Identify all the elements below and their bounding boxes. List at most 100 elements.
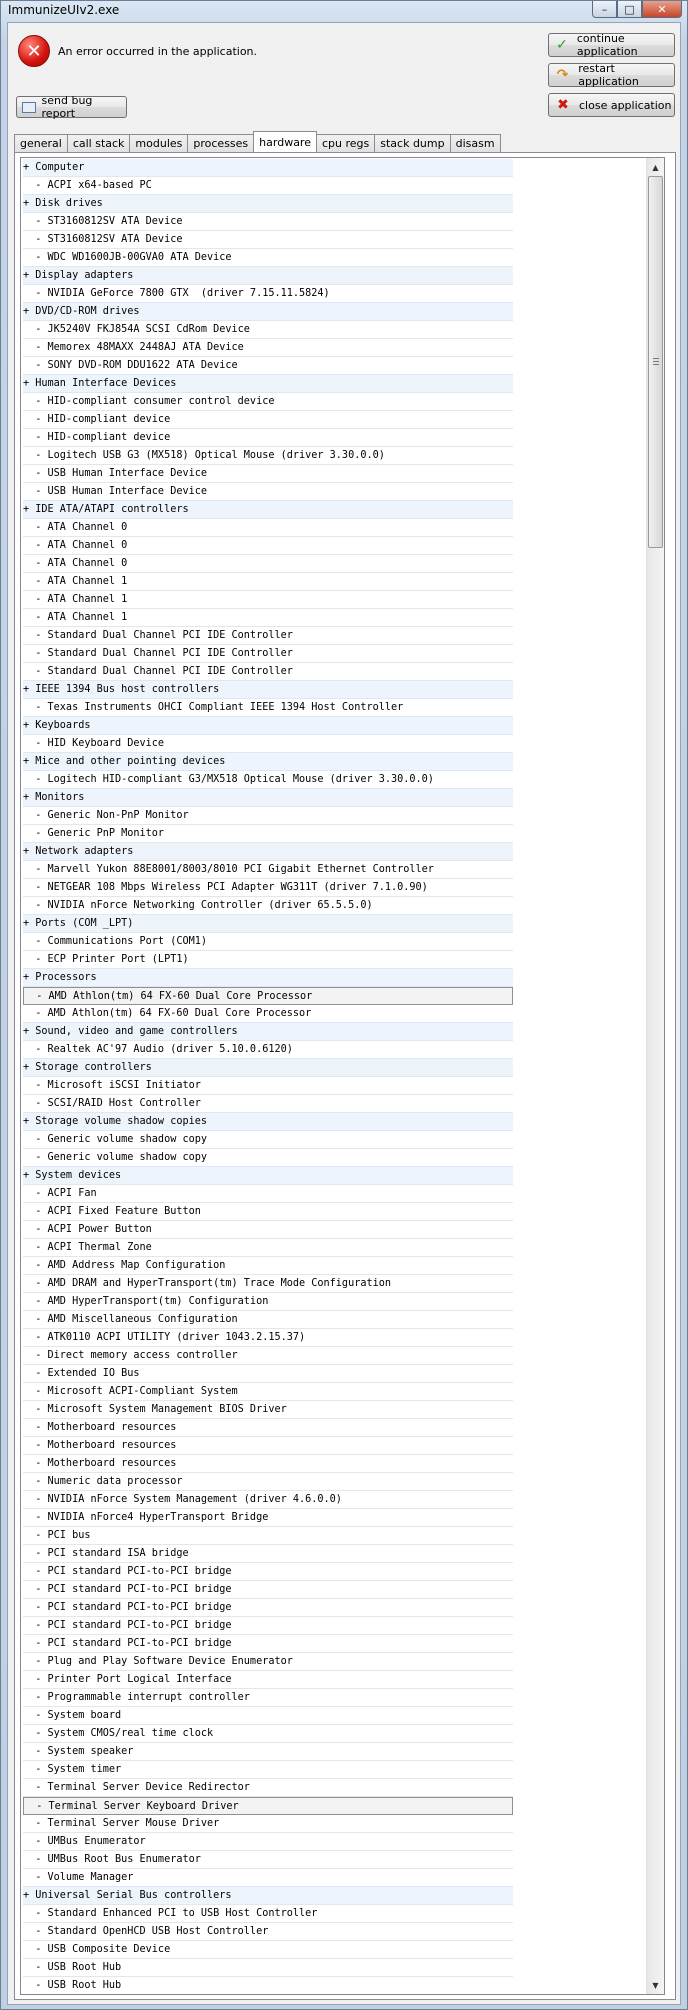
device-row[interactable]: - NVIDIA GeForce 7800 GTX (driver 7.15.1… (23, 285, 513, 303)
category-row[interactable]: + Universal Serial Bus controllers (23, 1887, 513, 1905)
scrollbar-thumb[interactable] (648, 176, 663, 548)
tab-modules[interactable]: modules (129, 134, 188, 152)
close-application-button[interactable]: ✖ close application (548, 93, 675, 117)
device-row[interactable]: - NETGEAR 108 Mbps Wireless PCI Adapter … (23, 879, 513, 897)
device-row[interactable]: - Communications Port (COM1) (23, 933, 513, 951)
title-bar[interactable]: ImmunizeUIv2.exe – □ ✕ (1, 1, 687, 21)
device-row[interactable]: - Volume Manager (23, 1869, 513, 1887)
device-row[interactable]: - Microsoft ACPI-Compliant System (23, 1383, 513, 1401)
device-row[interactable]: - HID Keyboard Device (23, 735, 513, 753)
category-row[interactable]: + Keyboards (23, 717, 513, 735)
device-row[interactable]: - HID-compliant consumer control device (23, 393, 513, 411)
device-row[interactable]: - ATA Channel 0 (23, 555, 513, 573)
category-row[interactable]: + Computer (23, 159, 513, 177)
device-row[interactable]: - USB Root Hub (23, 1959, 513, 1977)
device-row[interactable]: - USB Human Interface Device (23, 465, 513, 483)
device-row[interactable]: - SCSI/RAID Host Controller (23, 1095, 513, 1113)
category-row[interactable]: + Storage volume shadow copies (23, 1113, 513, 1131)
device-row[interactable]: - Memorex 48MAXX 2448AJ ATA Device (23, 339, 513, 357)
device-row[interactable]: - HID-compliant device (23, 429, 513, 447)
device-row[interactable]: - NVIDIA nForce System Management (drive… (23, 1491, 513, 1509)
device-row[interactable]: - Standard OpenHCD USB Host Controller (23, 1923, 513, 1941)
device-row[interactable]: - ACPI Thermal Zone (23, 1239, 513, 1257)
device-row[interactable]: - ATA Channel 1 (23, 573, 513, 591)
category-row[interactable]: + Mice and other pointing devices (23, 753, 513, 771)
device-row[interactable]: - Generic PnP Monitor (23, 825, 513, 843)
device-row[interactable]: - USB Human Interface Device (23, 483, 513, 501)
device-row[interactable]: - Terminal Server Keyboard Driver (23, 1797, 513, 1815)
device-row[interactable]: - ECP Printer Port (LPT1) (23, 951, 513, 969)
device-row[interactable]: - ACPI Fixed Feature Button (23, 1203, 513, 1221)
device-row[interactable]: - Terminal Server Mouse Driver (23, 1815, 513, 1833)
device-row[interactable]: - ACPI x64-based PC (23, 177, 513, 195)
device-row[interactable]: - AMD Athlon(tm) 64 FX-60 Dual Core Proc… (23, 987, 513, 1005)
device-row[interactable]: - Realtek AC'97 Audio (driver 5.10.0.612… (23, 1041, 513, 1059)
device-row[interactable]: - HID-compliant device (23, 411, 513, 429)
continue-application-button[interactable]: ✓ continue application (548, 32, 675, 58)
device-row[interactable]: - Generic volume shadow copy (23, 1149, 513, 1167)
device-row[interactable]: - ATA Channel 0 (23, 519, 513, 537)
device-row[interactable]: - System board (23, 1707, 513, 1725)
device-row[interactable]: - PCI standard PCI-to-PCI bridge (23, 1563, 513, 1581)
device-row[interactable]: - PCI bus (23, 1527, 513, 1545)
device-row[interactable]: - AMD Athlon(tm) 64 FX-60 Dual Core Proc… (23, 1005, 513, 1023)
device-row[interactable]: - Plug and Play Software Device Enumerat… (23, 1653, 513, 1671)
device-row[interactable]: - ATA Channel 1 (23, 609, 513, 627)
vertical-scrollbar[interactable]: ▲ ▼ (646, 158, 664, 1994)
tab-cpu-regs[interactable]: cpu regs (316, 134, 375, 152)
category-row[interactable]: + IDE ATA/ATAPI controllers (23, 501, 513, 519)
maximize-button[interactable]: □ (617, 1, 642, 18)
device-row[interactable]: - Standard Dual Channel PCI IDE Controll… (23, 663, 513, 681)
device-row[interactable]: - AMD DRAM and HyperTransport(tm) Trace … (23, 1275, 513, 1293)
close-window-button[interactable]: ✕ (642, 1, 682, 18)
category-row[interactable]: + IEEE 1394 Bus host controllers (23, 681, 513, 699)
device-row[interactable]: - WDC WD1600JB-00GVA0 ATA Device (23, 249, 513, 267)
tab-call-stack[interactable]: call stack (66, 134, 130, 152)
device-row[interactable]: - Microsoft iSCSI Initiator (23, 1077, 513, 1095)
category-row[interactable]: + Monitors (23, 789, 513, 807)
tab-hardware[interactable]: hardware (253, 131, 317, 152)
device-row[interactable]: - USB Composite Device (23, 1941, 513, 1959)
device-row[interactable]: - PCI standard PCI-to-PCI bridge (23, 1599, 513, 1617)
device-row[interactable]: - Texas Instruments OHCI Compliant IEEE … (23, 699, 513, 717)
device-row[interactable]: - PCI standard PCI-to-PCI bridge (23, 1617, 513, 1635)
category-row[interactable]: + Ports (COM _LPT) (23, 915, 513, 933)
device-row[interactable]: - ATA Channel 0 (23, 537, 513, 555)
device-row[interactable]: - UMBus Enumerator (23, 1833, 513, 1851)
device-row[interactable]: - PCI standard PCI-to-PCI bridge (23, 1581, 513, 1599)
device-row[interactable]: - Standard Enhanced PCI to USB Host Cont… (23, 1905, 513, 1923)
device-row[interactable]: - PCI standard PCI-to-PCI bridge (23, 1635, 513, 1653)
restart-application-button[interactable]: ↷ restart application (548, 62, 675, 88)
category-row[interactable]: + Processors (23, 969, 513, 987)
category-row[interactable]: + Network adapters (23, 843, 513, 861)
tab-general[interactable]: general (14, 134, 67, 152)
device-row[interactable]: - UMBus Root Bus Enumerator (23, 1851, 513, 1869)
scroll-up-arrow-icon[interactable]: ▲ (648, 159, 663, 175)
device-row[interactable]: - JK5240V FKJ854A SCSI CdRom Device (23, 321, 513, 339)
device-row[interactable]: - Numeric data processor (23, 1473, 513, 1491)
device-row[interactable]: - Generic volume shadow copy (23, 1131, 513, 1149)
device-row[interactable]: - ATA Channel 1 (23, 591, 513, 609)
device-row[interactable]: - ATK0110 ACPI UTILITY (driver 1043.2.15… (23, 1329, 513, 1347)
category-row[interactable]: + Sound, video and game controllers (23, 1023, 513, 1041)
send-bug-report-button[interactable]: send bug report (16, 94, 127, 120)
category-row[interactable]: + Storage controllers (23, 1059, 513, 1077)
device-row[interactable]: - Microsoft System Management BIOS Drive… (23, 1401, 513, 1419)
device-row[interactable]: - Extended IO Bus (23, 1365, 513, 1383)
category-row[interactable]: + System devices (23, 1167, 513, 1185)
category-row[interactable]: + Display adapters (23, 267, 513, 285)
device-row[interactable]: - Marvell Yukon 88E8001/8003/8010 PCI Gi… (23, 861, 513, 879)
device-row[interactable]: - AMD HyperTransport(tm) Configuration (23, 1293, 513, 1311)
device-row[interactable]: - System CMOS/real time clock (23, 1725, 513, 1743)
tab-processes[interactable]: processes (187, 134, 254, 152)
device-row[interactable]: - ACPI Fan (23, 1185, 513, 1203)
device-row[interactable]: - PCI standard ISA bridge (23, 1545, 513, 1563)
device-row[interactable]: - ACPI Power Button (23, 1221, 513, 1239)
device-row[interactable]: - AMD Miscellaneous Configuration (23, 1311, 513, 1329)
device-row[interactable]: - AMD Address Map Configuration (23, 1257, 513, 1275)
device-row[interactable]: - Direct memory access controller (23, 1347, 513, 1365)
device-row[interactable]: - Motherboard resources (23, 1419, 513, 1437)
category-row[interactable]: + Human Interface Devices (23, 375, 513, 393)
category-row[interactable]: + DVD/CD-ROM drives (23, 303, 513, 321)
minimize-button[interactable]: – (592, 1, 617, 18)
